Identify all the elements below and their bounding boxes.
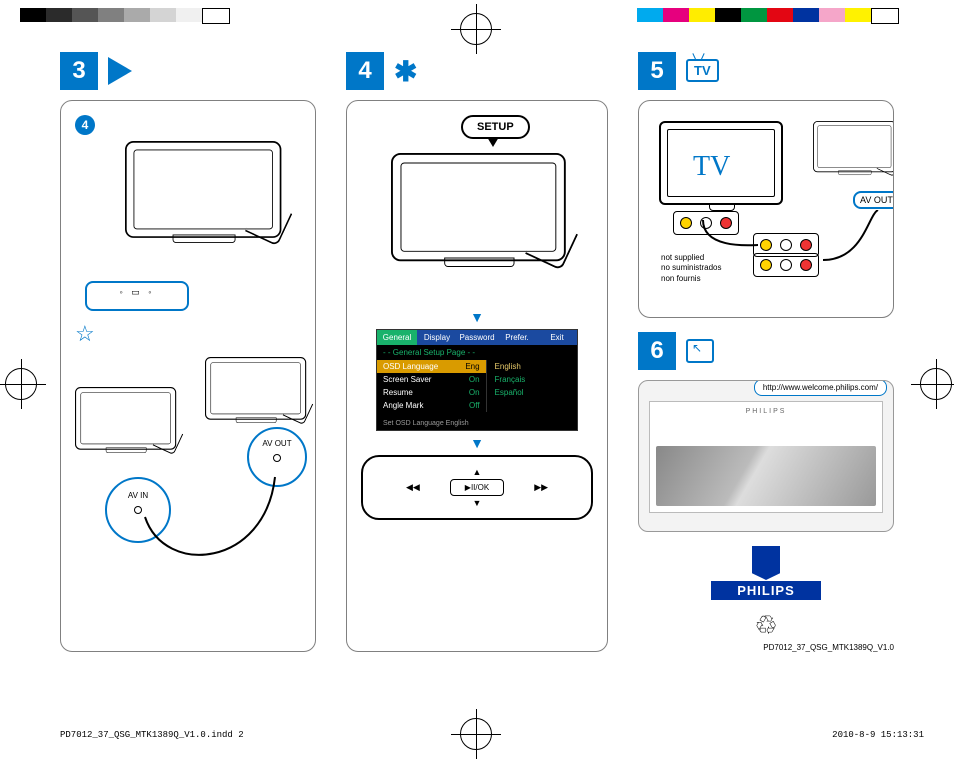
browser-icon: [686, 339, 714, 363]
webpage-illustration: PHILIPS: [649, 401, 883, 513]
step5-panel: TV AV OUT: [638, 100, 894, 318]
step3-panel: 4 ◦ ▭ ◦ ☆: [60, 100, 316, 652]
menu-row: Angle MarkOff: [377, 399, 486, 412]
step-number: 4: [346, 52, 384, 90]
menu-option: Español: [487, 386, 577, 399]
dvd-player-illustration: [205, 357, 306, 420]
menu-tab: Password: [457, 330, 497, 345]
recycle-icon: ♲: [638, 610, 894, 641]
registration-mark-icon: [460, 13, 492, 45]
step6-panel: http://www.welcome.philips.com/ PHILIPS: [638, 380, 894, 532]
menu-option: Français: [487, 373, 577, 386]
arrow-down-icon: ▼: [361, 309, 593, 325]
print-footer: PD7012_37_QSG_MTK1389Q_V1.0.indd 2 2010-…: [60, 730, 924, 740]
tv-illustration: TV: [659, 121, 783, 205]
nav-rewind-icon: ◀◀: [406, 482, 420, 493]
osd-setup-menu: GeneralDisplayPasswordPrefer.Exit - - Ge…: [376, 329, 578, 431]
footer-timestamp: 2010-8-9 15:13:31: [832, 730, 924, 740]
not-supplied-en: not supplied: [661, 253, 721, 263]
not-supplied-es: no suministrados: [661, 263, 721, 273]
step-number: 3: [60, 52, 98, 90]
step-number: 6: [638, 332, 676, 370]
controls-callout: ◦ ▭ ◦: [85, 281, 189, 311]
step-number: 5: [638, 52, 676, 90]
nav-up-icon: ▲: [473, 467, 482, 477]
menu-tab: Exit: [537, 330, 577, 345]
setup-button-callout: SETUP: [461, 115, 530, 139]
av-cable-illustration: [125, 457, 295, 577]
menu-status-line: Set OSD Language English: [377, 412, 577, 430]
navigation-pad: ◀◀ ▲ ▶II/OK ▼ ▶▶: [361, 455, 593, 520]
webpage-brand: PHILIPS: [650, 402, 882, 415]
play-icon: [108, 57, 132, 85]
menu-row: ResumeOn: [377, 386, 486, 399]
nav-down-icon: ▼: [473, 498, 482, 508]
website-url: http://www.welcome.philips.com/: [754, 380, 887, 396]
registration-mark-icon: [5, 368, 37, 400]
dvd-player-illustration: [75, 387, 176, 450]
philips-wordmark: PHILIPS: [711, 581, 821, 600]
nav-forward-icon: ▶▶: [534, 482, 548, 493]
arrow-down-icon: ▼: [361, 435, 593, 451]
step4-panel: SETUP ▼ GeneralDisplayPasswordPrefer.Exi…: [346, 100, 608, 652]
star-icon: ☆: [75, 321, 301, 347]
gear-icon: ✱: [394, 55, 417, 88]
menu-row: OSD LanguageEng: [377, 360, 486, 373]
av-out-label: AV OUT: [249, 439, 305, 448]
not-supplied-fr: non fournis: [661, 274, 721, 284]
dvd-player-illustration: [391, 153, 566, 261]
dvd-player-illustration: [125, 141, 281, 238]
menu-row: Screen SaverOn: [377, 373, 486, 386]
menu-section-title: - - General Setup Page - -: [377, 345, 577, 360]
menu-tab: General: [377, 330, 417, 345]
callout-pointer-icon: [487, 137, 499, 147]
tv-icon: TV: [686, 59, 719, 82]
av-out-label: AV OUT: [853, 191, 894, 209]
tv-screen-label: TV: [693, 151, 730, 183]
substep-badge: 4: [75, 115, 95, 135]
not-supplied-note: not supplied no suministrados non fourni…: [661, 253, 721, 284]
registration-mark-icon: [920, 368, 952, 400]
nav-play-ok-button: ▶II/OK: [450, 479, 504, 496]
footer-filename: PD7012_37_QSG_MTK1389Q_V1.0.indd 2: [60, 730, 244, 740]
dvd-player-illustration: [813, 121, 894, 172]
menu-tab: Prefer.: [497, 330, 537, 345]
menu-tab: Display: [417, 330, 457, 345]
document-id: PD7012_37_QSG_MTK1389Q_V1.0: [638, 643, 894, 652]
menu-option: English: [487, 360, 577, 373]
philips-logo: PHILIPS: [711, 546, 821, 600]
